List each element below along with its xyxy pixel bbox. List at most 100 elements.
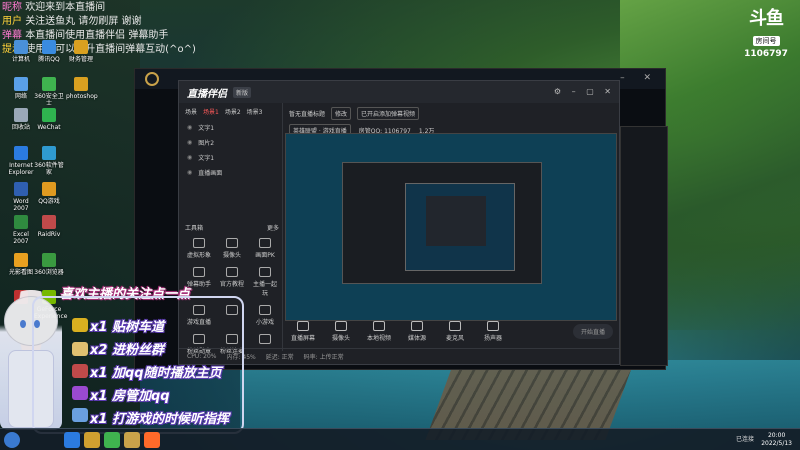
desktop-icon[interactable]: Word 2007 bbox=[6, 182, 36, 212]
tool-icon bbox=[193, 267, 205, 277]
desktop-icon[interactable]: 腾讯QQ bbox=[34, 40, 64, 63]
app-icon bbox=[14, 215, 28, 229]
desktop-icon[interactable]: 回收站 bbox=[6, 108, 36, 131]
desktop-icon-label: Excel 2007 bbox=[13, 231, 29, 245]
tab-scene-3[interactable]: 场景3 bbox=[247, 107, 263, 116]
source-item[interactable]: ◉ 文字1 bbox=[179, 150, 282, 165]
tool-button[interactable]: 官方教程 bbox=[218, 267, 246, 297]
stream-preview[interactable] bbox=[285, 133, 617, 321]
streaming-app-window[interactable]: 直播伴侣 新版 ⚙ – ▢ ✕ 场景 场景1 场景2 场景3 ◉ 文字1 ◉ 图片2… bbox=[178, 80, 620, 365]
close-icon[interactable]: ✕ bbox=[604, 87, 611, 96]
app-icon bbox=[74, 40, 88, 54]
toolbox-more-link[interactable]: 更多 bbox=[267, 223, 279, 232]
nested-preview-window bbox=[342, 162, 542, 284]
source-item[interactable]: ◉ 直播画面 bbox=[179, 165, 282, 180]
eye-icon[interactable]: ◉ bbox=[187, 154, 192, 161]
start-button-icon[interactable] bbox=[4, 432, 20, 448]
app-version-badge: 新版 bbox=[233, 86, 252, 98]
system-tray[interactable]: 已连接 bbox=[736, 434, 754, 443]
desktop-icon[interactable]: Excel 2007 bbox=[6, 215, 36, 245]
camera-button[interactable]: 摄像头 bbox=[327, 320, 355, 342]
tool-icon bbox=[259, 305, 271, 315]
screen-capture-button[interactable]: 直播屏幕 bbox=[289, 320, 317, 342]
settings-icon[interactable]: ⚙ bbox=[554, 87, 561, 96]
source-buttons-bar: 直播屏幕 摄像头 本地视频 媒体源 麦克风 扬声器 开始直播 bbox=[283, 314, 619, 348]
local-video-button[interactable]: 本地视频 bbox=[365, 320, 393, 342]
danmu-hint[interactable]: 已开启添加弹幕视频 bbox=[357, 107, 420, 120]
desktop-icon[interactable]: 光影看图 bbox=[6, 253, 36, 276]
desktop-icon-label: 光影看图 bbox=[8, 269, 33, 276]
toolbox-header: 工具箱 更多 bbox=[185, 223, 279, 232]
tool-label: 主播一起玩 bbox=[252, 281, 277, 297]
tool-button[interactable]: 虚拟形象 bbox=[185, 238, 213, 259]
window-controls[interactable]: ⚙ – ▢ ✕ bbox=[546, 87, 611, 96]
desktop-icon[interactable]: 360软件管家 bbox=[34, 146, 64, 176]
tool-label: 虚拟形象 bbox=[186, 252, 211, 259]
tab-scene-1[interactable]: 场景1 bbox=[203, 107, 219, 116]
source-label: 图片2 bbox=[198, 140, 215, 147]
tool-button[interactable]: 画面PK bbox=[251, 238, 279, 259]
tool-button[interactable]: 主播一起玩 bbox=[251, 267, 279, 297]
explorer-taskbar-icon[interactable] bbox=[84, 432, 100, 448]
desktop-icon[interactable]: WeChat bbox=[34, 108, 64, 131]
app-icon bbox=[42, 215, 56, 229]
lol-taskbar-icon[interactable] bbox=[124, 432, 140, 448]
desktop-icon[interactable]: photoshop bbox=[66, 77, 98, 100]
desktop-icon[interactable]: 360安全卫士 bbox=[34, 77, 64, 107]
desktop-icon[interactable]: 财务管理 bbox=[66, 40, 96, 63]
chat-nick: 昵称 bbox=[2, 2, 22, 13]
clock-time: 20:00 bbox=[767, 432, 786, 439]
side-window[interactable] bbox=[620, 126, 668, 366]
tool-button[interactable]: 小游戏 bbox=[251, 305, 279, 326]
tool-icon bbox=[259, 267, 271, 277]
room-number: 1106797 bbox=[744, 49, 788, 59]
fan-line: x1 打游戏的时候听指挥 bbox=[90, 412, 229, 427]
gift-icon bbox=[72, 408, 88, 422]
tool-icon bbox=[259, 238, 271, 248]
tab-scene[interactable]: 场景 bbox=[185, 107, 197, 116]
eye-icon[interactable]: ◉ bbox=[187, 139, 192, 146]
eye-icon[interactable]: ◉ bbox=[187, 124, 192, 131]
desktop-icon-label: 回收站 bbox=[11, 124, 30, 131]
tool-icon bbox=[193, 238, 205, 248]
desktop-icon[interactable]: 360浏览器 bbox=[34, 253, 64, 276]
media-source-button[interactable]: 媒体源 bbox=[403, 320, 431, 342]
room-badge: 斗鱼 房间号 1106797 bbox=[740, 10, 792, 60]
desktop-icon[interactable]: 计算机 bbox=[6, 40, 36, 63]
tab-scene-2[interactable]: 场景2 bbox=[225, 107, 241, 116]
edit-title-button[interactable]: 修改 bbox=[331, 107, 352, 120]
chat-text: 欢迎来到本直播间 bbox=[25, 2, 106, 13]
speaker-button[interactable]: 扬声器 bbox=[479, 320, 507, 342]
microphone-button[interactable]: 麦克风 bbox=[441, 320, 469, 342]
taskbar-clock[interactable]: 20:00 2022/5/13 bbox=[761, 432, 792, 448]
eye-icon[interactable]: ◉ bbox=[187, 169, 192, 176]
source-label: 直播画面 bbox=[198, 170, 223, 177]
desktop-icon[interactable]: RaidRiv bbox=[34, 215, 64, 238]
mascot-eye bbox=[20, 320, 26, 328]
gift-icon bbox=[72, 364, 88, 378]
ie-taskbar-icon[interactable] bbox=[64, 432, 80, 448]
button-label: 媒体源 bbox=[407, 334, 426, 342]
360-taskbar-icon[interactable] bbox=[104, 432, 120, 448]
source-item[interactable]: ◉ 图片2 bbox=[179, 135, 282, 150]
douyu-taskbar-icon[interactable] bbox=[144, 432, 160, 448]
source-item[interactable]: ◉ 文字1 bbox=[179, 120, 282, 135]
status-bitrate: 码率: 上传正常 bbox=[303, 354, 344, 361]
app-icon bbox=[42, 146, 56, 160]
app-brand: 直播伴侣 bbox=[187, 88, 227, 100]
desktop-icon-label: 计算机 bbox=[11, 56, 30, 63]
game-client-controls[interactable]: – ✕ bbox=[620, 73, 659, 83]
minimize-icon[interactable]: – bbox=[572, 87, 576, 96]
desktop-icon-label: Internet Explorer bbox=[8, 162, 34, 176]
status-bar: CPU: 20% 内存: 45% 延迟: 正常 码率: 上传正常 bbox=[179, 348, 619, 364]
desktop-icon[interactable]: 网络 bbox=[6, 77, 36, 100]
source-label: 文字1 bbox=[198, 125, 215, 132]
desktop-icon-label: 360安全卫士 bbox=[34, 93, 64, 107]
desktop-icon[interactable]: Internet Explorer bbox=[6, 146, 36, 176]
maximize-icon[interactable]: ▢ bbox=[586, 87, 594, 96]
gift-icon bbox=[72, 386, 88, 400]
button-label: 麦克风 bbox=[445, 334, 464, 342]
tool-button[interactable]: 摄像头 bbox=[218, 238, 246, 259]
desktop-icon[interactable]: QQ游戏 bbox=[34, 182, 64, 205]
go-live-button[interactable]: 开始直播 bbox=[572, 323, 613, 339]
